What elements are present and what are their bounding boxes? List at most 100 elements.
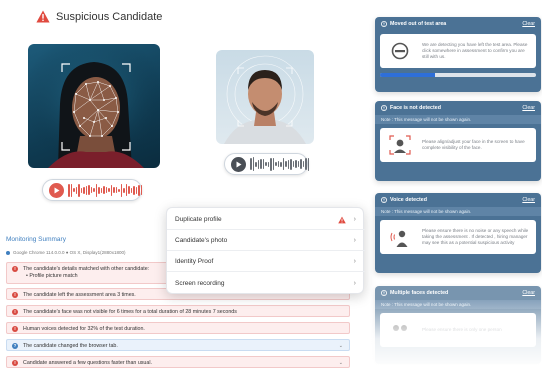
card-message: Please align/adjust your face in the scr… (422, 138, 525, 150)
face-frame-icon (386, 133, 414, 157)
waveform-bar (90, 187, 92, 193)
fade-overlay (366, 300, 542, 370)
audio-waveform (68, 183, 142, 197)
warning-triangle-icon (36, 10, 50, 23)
progress-fill (380, 73, 435, 77)
page-title: Suspicious Candidate (56, 10, 163, 23)
waveform-bar (260, 159, 262, 169)
menu-item-label: Identity Proof (175, 258, 214, 265)
waveform-bar (277, 161, 279, 167)
menu-item-screen-recording[interactable]: Screen recording › (167, 273, 365, 293)
waveform-bar (262, 159, 264, 169)
waveform-bar (130, 187, 132, 193)
warning-triangle-icon (338, 216, 346, 224)
alert-icon: ! (12, 292, 18, 298)
browser-info-text: Google Chrome 114.0.0.0 ● OS X, Display1… (13, 250, 126, 255)
clear-link[interactable]: Clear (522, 290, 535, 296)
waveform-bar (70, 183, 72, 197)
monitoring-row-text: Candidate answered a few questions faste… (23, 360, 152, 366)
menu-item-identity-proof[interactable]: Identity Proof › (167, 252, 365, 272)
waveform-bar (135, 186, 137, 194)
waveform-bar (123, 187, 125, 193)
candidate-face-scan-photo (216, 50, 314, 144)
info-icon: ? (12, 343, 18, 349)
waveform-bar (68, 183, 70, 197)
menu-item-candidates-photo[interactable]: Candidate's photo › (167, 231, 365, 251)
waveform-bar (272, 158, 274, 170)
waveform-bar (270, 157, 272, 171)
audio-waveform (250, 157, 309, 171)
monitoring-row[interactable]: ? The candidate changed the browser tab.… (6, 339, 350, 351)
card-title-text: Multiple faces detected (390, 290, 449, 296)
waveform-bar (292, 161, 294, 167)
waveform-bar (307, 157, 309, 171)
no-entry-icon (386, 39, 414, 63)
card-body: Please align/adjust your face in the scr… (380, 128, 536, 162)
face-mesh-scan-photo (28, 44, 160, 168)
monitoring-summary-title: Monitoring Summary (6, 236, 66, 243)
waveform-bar (133, 185, 135, 195)
waveform-bar (128, 186, 130, 194)
play-icon[interactable] (231, 156, 246, 172)
clear-link[interactable]: Clear (522, 197, 535, 203)
card-note: Note : This message will not be shown ag… (375, 207, 541, 216)
waveform-bar (108, 188, 110, 192)
waveform-bar (300, 159, 302, 169)
waveform-bar (280, 161, 282, 167)
card-header: Voice detected Clear (375, 193, 541, 207)
waveform-bar (257, 159, 259, 169)
alert-card-moved-out: Moved out of test area Clear We are dete… (375, 17, 541, 92)
waveform-bar (295, 160, 297, 168)
monitoring-row[interactable]: ! Candidate answered a few questions fas… (6, 356, 350, 368)
card-body: Please ensure there is no noise or any s… (380, 220, 536, 254)
alert-circle-icon (381, 290, 387, 296)
alert-card-face-not-detected: Face is not detected Clear Note : This m… (375, 101, 541, 181)
browser-info: Google Chrome 114.0.0.0 ● OS X, Display1… (6, 250, 125, 255)
waveform-bar (250, 158, 252, 170)
clear-link[interactable]: Clear (522, 105, 535, 111)
waveform-bar (95, 183, 97, 197)
waveform-bar (98, 186, 100, 194)
audio-player-left[interactable] (42, 179, 142, 201)
alert-card-voice-detected: Voice detected Clear Note : This message… (375, 193, 541, 273)
waveform-bar (285, 161, 287, 167)
play-icon[interactable] (49, 182, 64, 198)
waveform-bar (118, 188, 120, 192)
waveform-bar (275, 162, 277, 166)
person-voice-icon (386, 225, 414, 249)
audio-player-right[interactable] (224, 153, 309, 175)
card-title-text: Voice detected (390, 197, 427, 203)
monitoring-row[interactable]: ! The candidate's face was not visible f… (6, 305, 350, 317)
alert-icon: ! (12, 266, 18, 272)
chevron-down-icon[interactable]: ⌄ (339, 360, 343, 366)
card-header: Face is not detected Clear (375, 101, 541, 115)
waveform-bar (73, 188, 75, 192)
card-title-text: Moved out of test area (390, 21, 447, 27)
clear-link[interactable]: Clear (522, 21, 535, 27)
waveform-bar (125, 184, 127, 196)
card-title: Multiple faces detected (381, 290, 448, 296)
progress-bar (380, 73, 536, 77)
chevron-down-icon[interactable]: ⌄ (339, 343, 343, 349)
alert-circle-icon (381, 105, 387, 111)
waveform-bar (265, 162, 267, 166)
card-note: Note : This message will not be shown ag… (375, 115, 541, 124)
chevron-right-icon: › (353, 279, 356, 287)
page: Suspicious Candidate Monitoring Summary … (0, 0, 542, 370)
menu-item-duplicate-profile[interactable]: Duplicate profile › (167, 210, 365, 230)
waveform-bar (267, 161, 269, 167)
card-message: We are detecting you have left the test … (422, 41, 528, 60)
waveform-bar (140, 185, 142, 195)
card-header: Multiple faces detected Clear (375, 286, 541, 300)
candidate-portrait (224, 55, 306, 144)
monitoring-row-text: The candidate changed the browser tab. (23, 343, 118, 349)
chevron-right-icon: › (353, 237, 356, 244)
card-body: We are detecting you have left the test … (380, 34, 536, 68)
monitoring-row[interactable]: ! Human voices detected for 32% of the t… (6, 322, 350, 334)
alert-icon: ! (12, 309, 18, 315)
waveform-bar (85, 185, 87, 195)
monitoring-row-text: The candidate left the assessment area 3… (23, 292, 136, 298)
page-header: Suspicious Candidate (36, 10, 162, 23)
waveform-bar (302, 161, 304, 167)
waveform-bar (252, 157, 254, 171)
